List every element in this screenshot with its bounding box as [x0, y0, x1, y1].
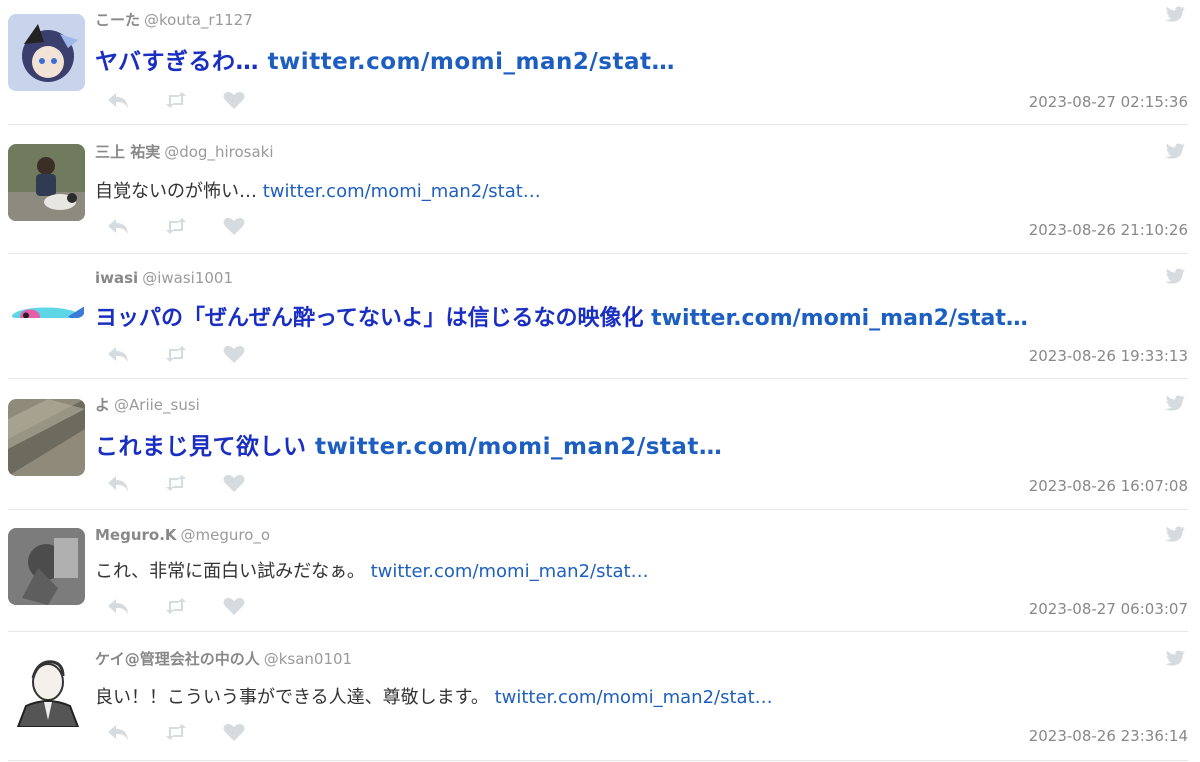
tweet-card: よ @Ariie_susi これまじ見て欲しい twitter.com/momi_…: [8, 379, 1188, 510]
avatar[interactable]: [8, 528, 85, 605]
retweet-icon[interactable]: [164, 472, 188, 494]
like-icon[interactable]: [222, 595, 246, 617]
tweet-header: iwasi @iwasi1001: [95, 267, 233, 289]
reply-icon[interactable]: [106, 89, 130, 111]
tweet-timestamp[interactable]: 2023-08-26 16:07:08: [1029, 475, 1188, 497]
tweet-timestamp[interactable]: 2023-08-27 02:15:36: [1029, 91, 1188, 113]
tweet-message: 自覚ないのが怖い…: [95, 181, 257, 202]
tweet-text: ヨッパの「ぜんぜん酔ってないよ」は信じるなの映像化 twitter.com/mo…: [95, 301, 1028, 337]
retweet-icon[interactable]: [164, 89, 188, 111]
author-handle[interactable]: @dog_hirosaki: [164, 143, 273, 161]
tweet-timestamp[interactable]: 2023-08-26 19:33:13: [1029, 345, 1188, 367]
tweet-card: Meguro.K @meguro_o これ、非常に面白い試みだなぁ。 twitte…: [8, 510, 1188, 632]
avatar[interactable]: [8, 14, 85, 91]
tweet-timestamp[interactable]: 2023-08-26 21:10:26: [1029, 219, 1188, 241]
avatar[interactable]: [8, 144, 85, 221]
like-icon[interactable]: [222, 472, 246, 494]
twitter-bird-icon[interactable]: [1164, 526, 1186, 544]
tweet-header: ケイ@管理会社の中の人 @ksan0101: [95, 648, 352, 670]
tweet-link[interactable]: twitter.com/momi_man2/stat…: [268, 49, 675, 75]
tweet-header: よ @Ariie_susi: [95, 394, 200, 416]
reply-icon[interactable]: [106, 215, 130, 237]
tweet-actions: [106, 89, 246, 111]
reply-icon[interactable]: [106, 721, 130, 743]
avatar[interactable]: [8, 650, 85, 727]
tweet-text: ヤバすぎるわ… twitter.com/momi_man2/stat…: [95, 44, 675, 80]
tweet-card: iwasi @iwasi1001 ヨッパの「ぜんぜん酔ってないよ」は信じるなの映像…: [8, 254, 1188, 379]
tweet-card: 三上 祐実 @dog_hirosaki 自覚ないのが怖い… twitter.com…: [8, 125, 1188, 254]
twitter-bird-icon[interactable]: [1164, 268, 1186, 286]
tweet-actions: [106, 595, 246, 617]
tweet-timestamp[interactable]: 2023-08-26 23:36:14: [1029, 725, 1188, 747]
author-name[interactable]: こーた: [95, 11, 140, 29]
retweet-icon[interactable]: [164, 721, 188, 743]
author-name[interactable]: よ: [95, 396, 110, 414]
tweet-message: ヨッパの「ぜんぜん酔ってないよ」は信じるなの映像化: [95, 306, 644, 331]
tweet-link[interactable]: twitter.com/momi_man2/stat…: [315, 434, 722, 460]
tweet-link[interactable]: twitter.com/momi_man2/stat…: [495, 687, 773, 708]
tweet-message: 良い！！こういう事ができる人達、尊敬します。: [95, 687, 489, 708]
twitter-bird-icon[interactable]: [1164, 395, 1186, 413]
tweet-card: ケイ@管理会社の中の人 @ksan0101 良い！！こういう事ができる人達、尊敬し…: [8, 632, 1188, 761]
reply-icon[interactable]: [106, 595, 130, 617]
tweet-header: こーた @kouta_r1127: [95, 9, 253, 31]
tweet-actions: [106, 472, 246, 494]
tweet-link[interactable]: twitter.com/momi_man2/stat…: [263, 181, 541, 202]
retweet-icon[interactable]: [164, 343, 188, 365]
reply-icon[interactable]: [106, 343, 130, 365]
avatar[interactable]: [8, 399, 85, 476]
author-handle[interactable]: @kouta_r1127: [144, 11, 253, 29]
twitter-bird-icon[interactable]: [1164, 6, 1186, 24]
twitter-bird-icon[interactable]: [1164, 143, 1186, 161]
tweet-text: 良い！！こういう事ができる人達、尊敬します。 twitter.com/momi_…: [95, 684, 773, 712]
author-name[interactable]: 三上 祐実: [95, 143, 160, 161]
retweet-icon[interactable]: [164, 595, 188, 617]
tweet-message: ヤバすぎるわ…: [95, 49, 260, 75]
author-name[interactable]: ケイ@管理会社の中の人: [95, 650, 260, 668]
tweet-card: こーた @kouta_r1127 ヤバすぎるわ… twitter.com/momi…: [8, 0, 1188, 125]
tweet-actions: [106, 343, 246, 365]
reply-icon[interactable]: [106, 472, 130, 494]
author-name[interactable]: iwasi: [95, 269, 138, 287]
author-handle[interactable]: @Ariie_susi: [114, 396, 200, 414]
tweet-text: これ、非常に面白い試みだなぁ。 twitter.com/momi_man2/st…: [95, 558, 649, 586]
tweet-header: Meguro.K @meguro_o: [95, 524, 270, 546]
tweet-timestamp[interactable]: 2023-08-27 06:03:07: [1029, 598, 1188, 620]
tweet-link[interactable]: twitter.com/momi_man2/stat…: [371, 561, 649, 582]
tweet-link[interactable]: twitter.com/momi_man2/stat…: [651, 306, 1028, 331]
tweet-header: 三上 祐実 @dog_hirosaki: [95, 141, 274, 163]
author-handle[interactable]: @meguro_o: [181, 526, 271, 544]
like-icon[interactable]: [222, 89, 246, 111]
like-icon[interactable]: [222, 343, 246, 365]
tweet-message: これ、非常に面白い試みだなぁ。: [95, 561, 365, 582]
tweet-text: 自覚ないのが怖い… twitter.com/momi_man2/stat…: [95, 178, 541, 206]
author-name[interactable]: Meguro.K: [95, 526, 177, 544]
author-handle[interactable]: @ksan0101: [264, 650, 352, 668]
tweet-actions: [106, 721, 246, 743]
like-icon[interactable]: [222, 721, 246, 743]
avatar[interactable]: [8, 278, 85, 318]
twitter-bird-icon[interactable]: [1164, 650, 1186, 668]
like-icon[interactable]: [222, 215, 246, 237]
tweet-actions: [106, 215, 246, 237]
author-handle[interactable]: @iwasi1001: [142, 269, 233, 287]
retweet-icon[interactable]: [164, 215, 188, 237]
tweet-message: これまじ見て欲しい: [95, 434, 307, 460]
tweet-text: これまじ見て欲しい twitter.com/momi_man2/stat…: [95, 429, 722, 465]
